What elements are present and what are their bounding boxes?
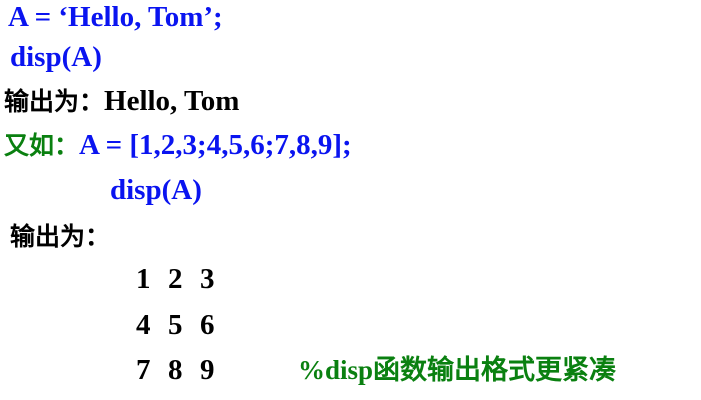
matrix-cell: 4 [136,309,151,341]
matrix-cell: 2 [168,263,183,295]
matrix-cell: 7 [136,354,151,386]
matrix-cell: 9 [200,354,215,386]
example-code: A = [1,2,3;4,5,6;7,8,9]; [79,129,352,161]
code-line-disp: disp(A) [10,41,102,73]
comment: %disp函数输出格式更紧凑 [298,355,617,385]
matrix-cell: 3 [200,263,215,295]
output-value: Hello, Tom [104,85,240,117]
matrix-cell: 5 [168,309,183,341]
output-label: 输出为： [4,87,105,116]
code-line-disp-2: disp(A) [110,174,202,206]
output-line: 输出为：Hello, Tom [4,84,239,119]
code-line-assign-string: A = ‘Hello, Tom’; [8,1,223,33]
matrix-cell: 1 [136,263,151,295]
example-label: 又如： [4,131,80,160]
matrix-cell: 6 [200,309,215,341]
output-label-2: 输出为： [10,222,111,251]
example-line: 又如：A = [1,2,3;4,5,6;7,8,9]; [4,128,352,163]
matrix-cell: 8 [168,354,183,386]
